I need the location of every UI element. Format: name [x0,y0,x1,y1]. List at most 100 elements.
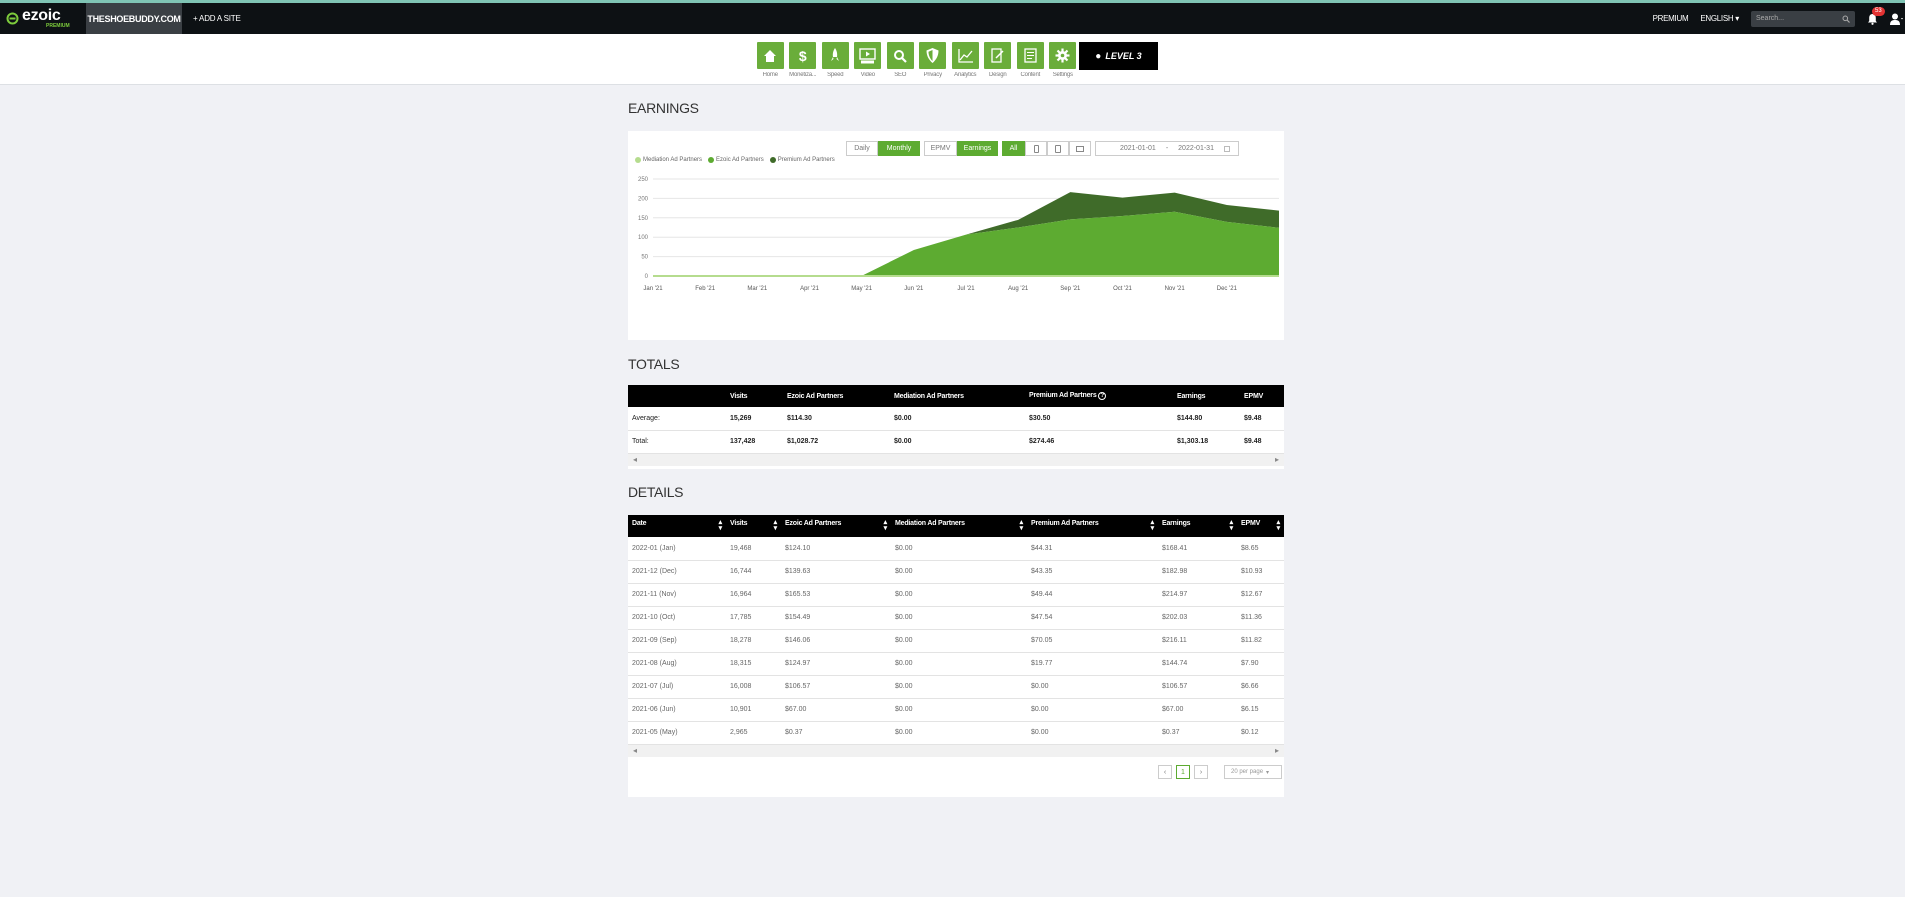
trophy-icon: ● [1095,50,1102,62]
sortable-column-header[interactable]: Earnings ▴ ▾ [1158,515,1237,537]
nav-seo[interactable]: SEO [884,42,917,78]
table-cell: 17,785 [726,606,781,630]
scroll-right-icon[interactable]: ▸ [1275,746,1279,755]
column-header-label: Ezoic Ad Partners [785,520,842,527]
sortable-column-header[interactable]: EPMV ▴ ▾ [1237,515,1284,537]
horizontal-scrollbar[interactable]: ◂ ▸ [628,453,1284,466]
column-header: EPMV [1240,385,1284,407]
sort-icon: ▴ ▾ [718,519,723,532]
x-tick-label: Jun '21 [904,286,924,292]
sortable-column-header[interactable]: Mediation Ad Partners ▴ ▾ [891,515,1027,537]
x-tick-label: May '21 [851,286,872,292]
ezoic-logo-icon [6,12,19,25]
x-tick-label: Dec '21 [1217,286,1238,292]
column-header: Visits [726,385,783,407]
add-site-link[interactable]: + ADD A SITE [193,14,241,23]
table-cell: $0.00 [891,721,1027,745]
sort-icon: ▴ ▾ [1150,519,1155,532]
table-cell: 2021-08 (Aug) [628,652,726,676]
table-cell: $139.63 [781,560,891,584]
sort-icon: ▴ ▾ [773,519,778,532]
table-cell: 2021-06 (Jun) [628,698,726,722]
table-cell: 18,278 [726,629,781,653]
table-row: 2021-12 (Dec) 16,744 $139.63 $0.00 $43.35 $18… [628,560,1284,584]
y-tick-label: 250 [638,177,649,183]
table-cell: $0.00 [891,583,1027,607]
nav-settings[interactable]: Settings [1047,42,1080,78]
table-cell: $11.82 [1237,629,1284,653]
details-table-card: Date ▴ ▾ Visits ▴ ▾ Ezoic Ad Partners ▴ ▾ Medi… [628,515,1284,797]
nav-label: Content [1020,72,1041,78]
search-input[interactable]: Search... [1751,10,1855,27]
notifications-button[interactable]: 53 [1867,6,1885,26]
nav-video[interactable]: Video [852,42,885,78]
per-page-select[interactable]: 20 per page ▾ [1224,765,1282,779]
table-row: 2021-08 (Aug) 18,315 $124.97 $0.00 $19.77 $14… [628,652,1284,676]
language-dropdown[interactable]: ENGLISH ▾ [1700,14,1739,23]
nav-analytics[interactable]: Analytics [949,42,982,78]
nav-privacy[interactable]: Privacy [917,42,950,78]
help-icon[interactable]: ? [1098,392,1107,400]
table-cell: $168.41 [1158,537,1237,561]
x-tick-label: Oct '21 [1113,286,1132,292]
scroll-left-icon[interactable]: ◂ [633,455,637,464]
column-header-label: Earnings [1162,520,1191,527]
column-header-label: Date [632,520,647,527]
sortable-column-header[interactable]: Ezoic Ad Partners ▴ ▾ [781,515,891,537]
sortable-column-header[interactable]: Date ▴ ▾ [628,515,726,537]
table-cell: 16,744 [726,560,781,584]
y-tick-label: 100 [638,235,649,241]
area-ezoic [653,211,1279,276]
column-header: Earnings [1173,385,1240,407]
column-header-label: Visits [730,520,748,527]
table-row: 2021-10 (Oct) 17,785 $154.49 $0.00 $47.54 $20… [628,606,1284,630]
search-icon [894,49,908,63]
nav-icons: Home $ Monetiza... Speed Video SEO Privac… [754,42,1079,78]
y-tick-label: 200 [638,196,649,202]
table-cell: $7.90 [1237,652,1284,676]
totals-header-row: Visits Ezoic Ad Partners Mediation Ad Pa… [628,385,1284,407]
home-icon [764,49,777,62]
nav-home[interactable]: Home [754,42,787,78]
site-selector[interactable]: THESHOEBUDDY.COM [86,3,182,34]
scroll-left-icon[interactable]: ◂ [633,746,637,755]
user-menu[interactable] [1889,12,1903,26]
nav-design[interactable]: Design [982,42,1015,78]
main-nav: Home $ Monetiza... Speed Video SEO Privac… [0,34,1905,85]
earnings-chart-card: Mediation Ad Partners Ezoic Ad Partners … [628,131,1284,340]
level-label: LEVEL 3 [1105,51,1142,61]
table-cell: $10.93 [1237,560,1284,584]
chevron-down-icon: ▾ [1735,14,1739,23]
table-cell: $182.98 [1158,560,1237,584]
table-cell: $0.00 [891,652,1027,676]
nav-label: Monetiza... [789,72,817,78]
premium-link[interactable]: PREMIUM [1653,14,1689,23]
prev-page-button[interactable]: ‹ [1158,765,1172,779]
table-cell: Total: [628,430,726,454]
level-badge[interactable]: ● LEVEL 3 [1079,42,1158,70]
sortable-column-header[interactable]: Premium Ad Partners ▴ ▾ [1027,515,1158,537]
table-cell: 2,965 [726,721,781,745]
table-row: Average: 15,269 $114.30 $0.00 $30.50 $144.80 $… [628,407,1284,431]
sortable-column-header[interactable]: Visits ▴ ▾ [726,515,781,537]
table-cell: $216.11 [1158,629,1237,653]
table-cell: 2021-05 (May) [628,721,726,745]
table-cell: $0.00 [1027,675,1158,699]
details-table: Date ▴ ▾ Visits ▴ ▾ Ezoic Ad Partners ▴ ▾ Medi… [628,515,1284,745]
nav-label: Privacy [923,72,942,78]
table-cell: $47.54 [1027,606,1158,630]
column-header: Mediation Ad Partners [890,385,1025,407]
nav-speed[interactable]: Speed [819,42,852,78]
table-cell: $67.00 [781,698,891,722]
table-cell: $30.50 [1025,407,1173,431]
nav-content[interactable]: Content [1014,42,1047,78]
table-cell: $11.36 [1237,606,1284,630]
scroll-right-icon[interactable]: ▸ [1275,455,1279,464]
next-page-button[interactable]: › [1194,765,1208,779]
nav-monetization[interactable]: $ Monetiza... [787,42,820,78]
analytics-icon [958,48,973,63]
page-1-button[interactable]: 1 [1176,765,1190,779]
table-cell: 2021-10 (Oct) [628,606,726,630]
ezoic-logo[interactable]: ezoic PREMIUM [6,7,84,29]
horizontal-scrollbar[interactable]: ◂ ▸ [628,744,1284,757]
